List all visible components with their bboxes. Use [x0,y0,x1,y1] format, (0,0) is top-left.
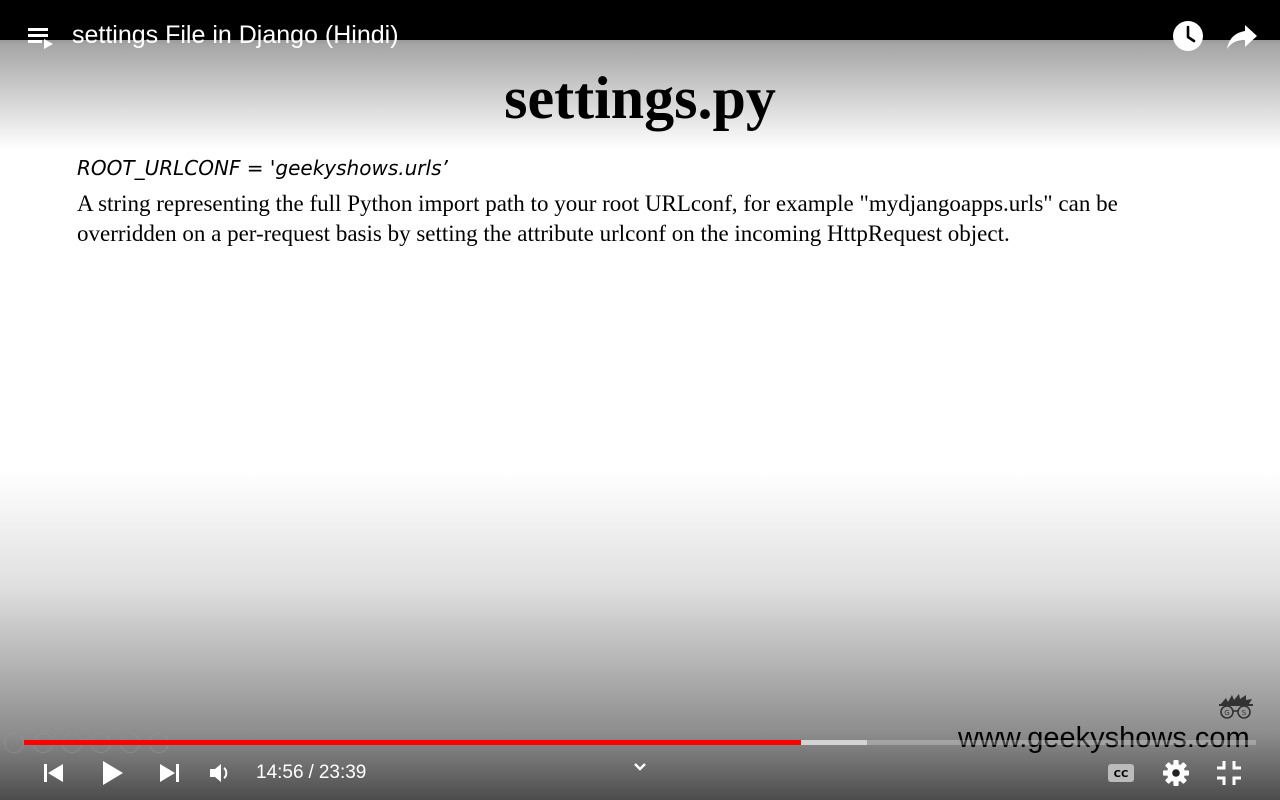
svg-text:CC: CC [1114,769,1129,780]
video-frame: settings.py ROOT_URLCONF = 'geekyshows.u… [0,0,1280,800]
playlist-icon[interactable] [26,22,56,52]
slide-code-line: ROOT_URLCONF = 'geekyshows.urls’ [77,156,448,180]
time-display: 14:56/23:39 [256,761,366,785]
skip-previous-icon[interactable] [36,755,72,791]
clock-icon[interactable] [1170,18,1206,54]
top-bar: settings File in Django (Hindi) [0,0,1280,72]
gear-icon[interactable] [1158,755,1194,791]
current-time: 14:56 [256,762,304,783]
exit-fullscreen-icon[interactable] [1211,755,1247,791]
duration: 23:39 [318,762,367,783]
share-arrow-icon[interactable] [1224,18,1260,54]
geekyshows-logo-icon: G S [1216,692,1256,722]
cc-icon[interactable]: CC [1103,755,1139,791]
svg-text:S: S [1242,709,1247,717]
chevron-down-icon[interactable] [622,749,658,785]
svg-text:G: G [1224,709,1229,717]
video-player[interactable]: settings.py ROOT_URLCONF = 'geekyshows.u… [0,0,1280,800]
time-separator: / [308,762,314,783]
skip-next-icon[interactable] [152,755,188,791]
control-bar: 14:56/23:39 CC [0,745,1280,800]
video-title[interactable]: settings File in Django (Hindi) [72,18,399,52]
volume-icon[interactable] [202,755,238,791]
play-icon[interactable] [94,755,130,791]
slide-description: A string representing the full Python im… [77,191,1118,246]
